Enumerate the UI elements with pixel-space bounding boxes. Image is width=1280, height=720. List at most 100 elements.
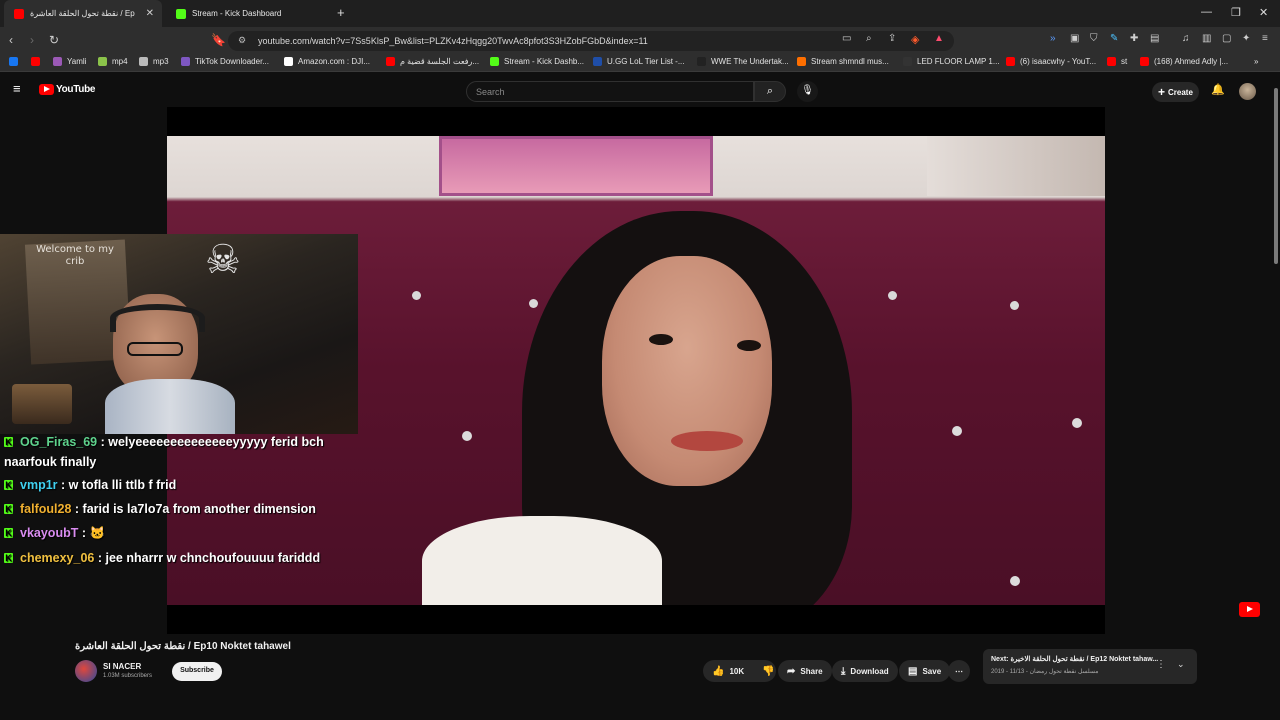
leo-ai-icon[interactable]: ✦ bbox=[1242, 33, 1250, 44]
close-tab-icon[interactable]: ✕ bbox=[146, 8, 154, 19]
extension-audio-icon[interactable]: » bbox=[1050, 33, 1056, 44]
headboard-button bbox=[1010, 576, 1020, 586]
share-page-icon[interactable]: ⇪ bbox=[888, 33, 896, 44]
create-button[interactable]: + Create bbox=[1152, 82, 1199, 102]
media-icon[interactable]: ♫ bbox=[1182, 33, 1190, 44]
bookmark-item[interactable] bbox=[31, 57, 45, 66]
extension-box-icon[interactable]: ▤ bbox=[1150, 33, 1159, 44]
chat-username: vmp1r bbox=[20, 478, 58, 492]
zoom-icon[interactable]: ⌕ bbox=[866, 33, 872, 44]
more-actions-button[interactable]: ⋯ bbox=[948, 660, 970, 682]
streamer-glasses bbox=[127, 342, 183, 356]
cast-icon[interactable]: ▭ bbox=[842, 33, 851, 44]
new-tab-button[interactable]: + bbox=[337, 5, 345, 20]
bookmark-item[interactable]: mp4 bbox=[98, 57, 128, 66]
bookmark-item[interactable]: U.GG LoL Tier List -... bbox=[593, 57, 685, 66]
bookmark-label: mp3 bbox=[153, 57, 169, 66]
hamburger-menu-icon[interactable]: ≡ bbox=[13, 81, 21, 96]
background-wall bbox=[927, 136, 1105, 196]
youtube-logo[interactable]: YouTube bbox=[39, 84, 96, 95]
bookmark-item[interactable]: WWE The Undertak... bbox=[697, 57, 789, 66]
next-video-card[interactable]: Next: نقطة تحول الحلقة الاخيرة / Ep12 No… bbox=[983, 649, 1197, 684]
bookmark-item[interactable]: (6) isaacwhy - YouT... bbox=[1006, 57, 1096, 66]
menu-icon[interactable]: ≡ bbox=[1262, 33, 1268, 44]
headboard-button bbox=[412, 291, 421, 300]
more-bookmarks-icon[interactable]: » bbox=[1254, 57, 1258, 66]
maximize-button[interactable]: ❐ bbox=[1231, 6, 1241, 19]
kick-badge-icon: K bbox=[4, 553, 13, 563]
bookmark-item[interactable]: mp3 bbox=[139, 57, 169, 66]
save-button[interactable]: ▤ Save bbox=[899, 660, 951, 682]
forward-arrow-icon[interactable]: › bbox=[30, 33, 34, 47]
extension-translate-icon[interactable]: ✎ bbox=[1110, 33, 1118, 44]
headboard-button bbox=[888, 291, 897, 300]
like-count[interactable]: 10K bbox=[729, 667, 744, 676]
voice-search-button[interactable]: 🎙 bbox=[797, 81, 818, 102]
minimize-button[interactable]: — bbox=[1201, 6, 1212, 18]
search-placeholder: Search bbox=[476, 87, 505, 97]
tab-kick-dashboard[interactable]: Stream - Kick Dashboard bbox=[166, 0, 334, 27]
bookmark-item[interactable]: st bbox=[1107, 57, 1127, 66]
page-scrollbar[interactable] bbox=[1274, 88, 1278, 264]
bookmark-item[interactable]: TikTok Downloader... bbox=[181, 57, 269, 66]
bookmark-item[interactable] bbox=[9, 57, 23, 66]
thumbs-down-icon[interactable]: 👎 bbox=[762, 666, 774, 677]
streamer-headset bbox=[110, 304, 205, 332]
chat-message: K OG_Firas_69 : welyeeeeeeeeeeeeeeyyyyy f… bbox=[4, 432, 344, 472]
subscribe-button[interactable]: Subscribe bbox=[172, 662, 222, 681]
bookmark-icon[interactable]: 🔖 bbox=[211, 33, 226, 47]
headboard-button bbox=[1072, 418, 1082, 428]
sidebar-icon[interactable]: ▥ bbox=[1202, 33, 1211, 44]
bookmark-item[interactable]: LED FLOOR LAMP 1... bbox=[903, 57, 1000, 66]
extension-icon[interactable]: ▣ bbox=[1070, 33, 1079, 44]
kick-badge-icon: K bbox=[4, 504, 13, 514]
tab-youtube-video[interactable]: نقطة تحول الحلقة العاشرة / Ep ✕ bbox=[4, 0, 162, 27]
browser-toolbar: ‹ › ↻ 🔖 ⚙ youtube.com/watch?v=7Ss5KlsP_B… bbox=[0, 27, 1280, 54]
channel-avatar[interactable] bbox=[75, 660, 97, 682]
back-arrow-icon[interactable]: ‹ bbox=[9, 33, 13, 47]
download-button[interactable]: ⤓ Download bbox=[832, 660, 898, 682]
bookmark-item[interactable]: (168) Ahmed Adly |... bbox=[1140, 57, 1228, 66]
bookmark-favicon-icon bbox=[139, 57, 148, 66]
youtube-play-icon bbox=[39, 84, 54, 95]
next-card-chevron-down-icon[interactable]: ⌄ bbox=[1177, 659, 1185, 670]
bookmark-label: LED FLOOR LAMP 1... bbox=[917, 57, 1000, 66]
webcam-overlay: Welcome to my crib ☠ bbox=[0, 234, 358, 434]
youtube-watermark-icon[interactable] bbox=[1239, 602, 1260, 617]
thumbs-up-icon[interactable]: 👍 bbox=[712, 666, 724, 677]
site-info-icon[interactable]: ⚙ bbox=[238, 35, 246, 46]
brave-shield-icon[interactable]: ◈ bbox=[911, 33, 919, 46]
streamer-shirt bbox=[105, 379, 235, 434]
brave-rewards-icon[interactable]: ▲ bbox=[934, 33, 944, 44]
wallet-icon[interactable]: ▢ bbox=[1222, 33, 1231, 44]
save-label: Save bbox=[922, 666, 942, 676]
close-window-button[interactable]: ✕ bbox=[1259, 6, 1268, 19]
extension-shield-icon[interactable]: ⛉ bbox=[1090, 33, 1098, 44]
account-avatar[interactable] bbox=[1239, 83, 1256, 100]
bookmark-item[interactable]: Amazon.com : DJI... bbox=[284, 57, 370, 66]
reload-icon[interactable]: ↻ bbox=[49, 33, 59, 47]
extensions-puzzle-icon[interactable]: ✚ bbox=[1130, 33, 1138, 44]
share-button[interactable]: ➦ Share bbox=[778, 660, 832, 682]
next-card-more-icon[interactable]: ⋮ bbox=[1156, 659, 1166, 670]
notifications-bell-icon[interactable]: 🔔 bbox=[1211, 83, 1225, 96]
next-video-title: نقطة تحول الحلقة الاخيرة / Ep12 Noktet t… bbox=[1010, 656, 1159, 663]
bookmark-favicon-icon bbox=[31, 57, 40, 66]
chat-username: vkayoubT bbox=[20, 526, 79, 540]
search-input[interactable]: Search bbox=[466, 81, 754, 102]
bookmark-favicon-icon bbox=[1140, 57, 1149, 66]
bookmark-favicon-icon bbox=[9, 57, 18, 66]
webcam-sign-text: Welcome to my crib bbox=[36, 244, 114, 267]
bookmarks-bar: Yamli mp4 mp3 TikTok Downloader... Amazon.co… bbox=[0, 54, 1280, 72]
bookmark-item[interactable]: Stream - Kick Dashb... bbox=[490, 57, 584, 66]
bookmark-favicon-icon bbox=[490, 57, 499, 66]
channel-name[interactable]: SI NACER bbox=[103, 662, 141, 671]
headboard-button bbox=[529, 299, 538, 308]
bookmark-item[interactable]: رفعت الجلسة قضية م... bbox=[386, 57, 479, 66]
bookmark-item[interactable]: Yamli bbox=[53, 57, 86, 66]
youtube-header: ≡ YouTube Search ⌕ 🎙 + Create 🔔 bbox=[0, 72, 1280, 107]
bookmark-label: (6) isaacwhy - YouT... bbox=[1020, 57, 1097, 66]
subscriber-count: 1.03M subscribers bbox=[103, 673, 153, 679]
search-button[interactable]: ⌕ bbox=[754, 81, 786, 102]
bookmark-item[interactable]: Stream shmndl mus... bbox=[797, 57, 889, 66]
